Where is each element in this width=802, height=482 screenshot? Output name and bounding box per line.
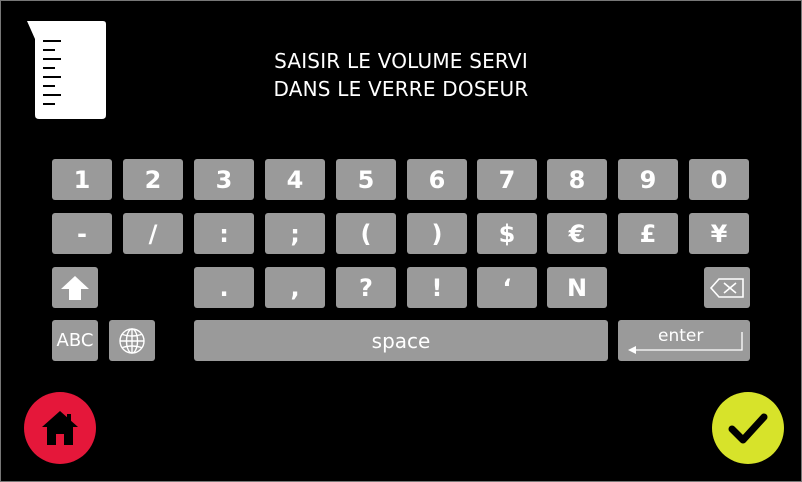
key-colon[interactable]: : — [194, 213, 254, 254]
measuring-cup-icon — [25, 19, 107, 121]
home-button[interactable] — [24, 392, 96, 464]
confirm-button[interactable] — [712, 392, 784, 464]
key-4[interactable]: 4 — [265, 159, 325, 200]
key-7[interactable]: 7 — [477, 159, 537, 200]
enter-button[interactable]: enter — [618, 320, 750, 361]
title-line-2: DANS LE VERRE DOSEUR — [273, 77, 529, 101]
key-exclamation[interactable]: ! — [407, 267, 467, 308]
arrow-up-icon — [61, 275, 89, 300]
key-open-paren[interactable]: ( — [336, 213, 396, 254]
key-n[interactable]: N — [547, 267, 607, 308]
key-9[interactable]: 9 — [618, 159, 678, 200]
key-2[interactable]: 2 — [123, 159, 183, 200]
shift-button[interactable] — [52, 267, 98, 308]
title-line-1: SAISIR LE VOLUME SERVI — [274, 49, 528, 73]
key-6[interactable]: 6 — [407, 159, 467, 200]
key-close-paren[interactable]: ) — [407, 213, 467, 254]
key-slash[interactable]: / — [123, 213, 183, 254]
enter-arrow-icon — [628, 332, 743, 354]
key-0[interactable]: 0 — [689, 159, 749, 200]
key-5[interactable]: 5 — [336, 159, 396, 200]
key-pound[interactable]: £ — [618, 213, 678, 254]
key-yen[interactable]: ¥ — [689, 213, 749, 254]
key-euro[interactable]: € — [547, 213, 607, 254]
language-button[interactable] — [109, 320, 155, 361]
backspace-icon — [709, 277, 744, 298]
key-period[interactable]: . — [194, 267, 254, 308]
checkmark-icon — [728, 413, 768, 444]
key-8[interactable]: 8 — [547, 159, 607, 200]
backspace-button[interactable] — [704, 267, 750, 308]
key-apostrophe[interactable]: ‘ — [477, 267, 537, 308]
screen-frame: SAISIR LE VOLUME SERVI DANS LE VERRE DOS… — [0, 0, 802, 482]
globe-icon — [119, 327, 145, 354]
space-button[interactable]: space — [194, 320, 608, 361]
key-1[interactable]: 1 — [52, 159, 112, 200]
key-hyphen[interactable]: - — [52, 213, 112, 254]
key-question[interactable]: ? — [336, 267, 396, 308]
key-3[interactable]: 3 — [194, 159, 254, 200]
key-semicolon[interactable]: ; — [265, 213, 325, 254]
abc-button[interactable]: ABC — [52, 320, 98, 361]
key-comma[interactable]: , — [265, 267, 325, 308]
key-dollar[interactable]: $ — [477, 213, 537, 254]
home-icon — [42, 411, 78, 445]
page-title: SAISIR LE VOLUME SERVI DANS LE VERRE DOS… — [201, 47, 601, 103]
